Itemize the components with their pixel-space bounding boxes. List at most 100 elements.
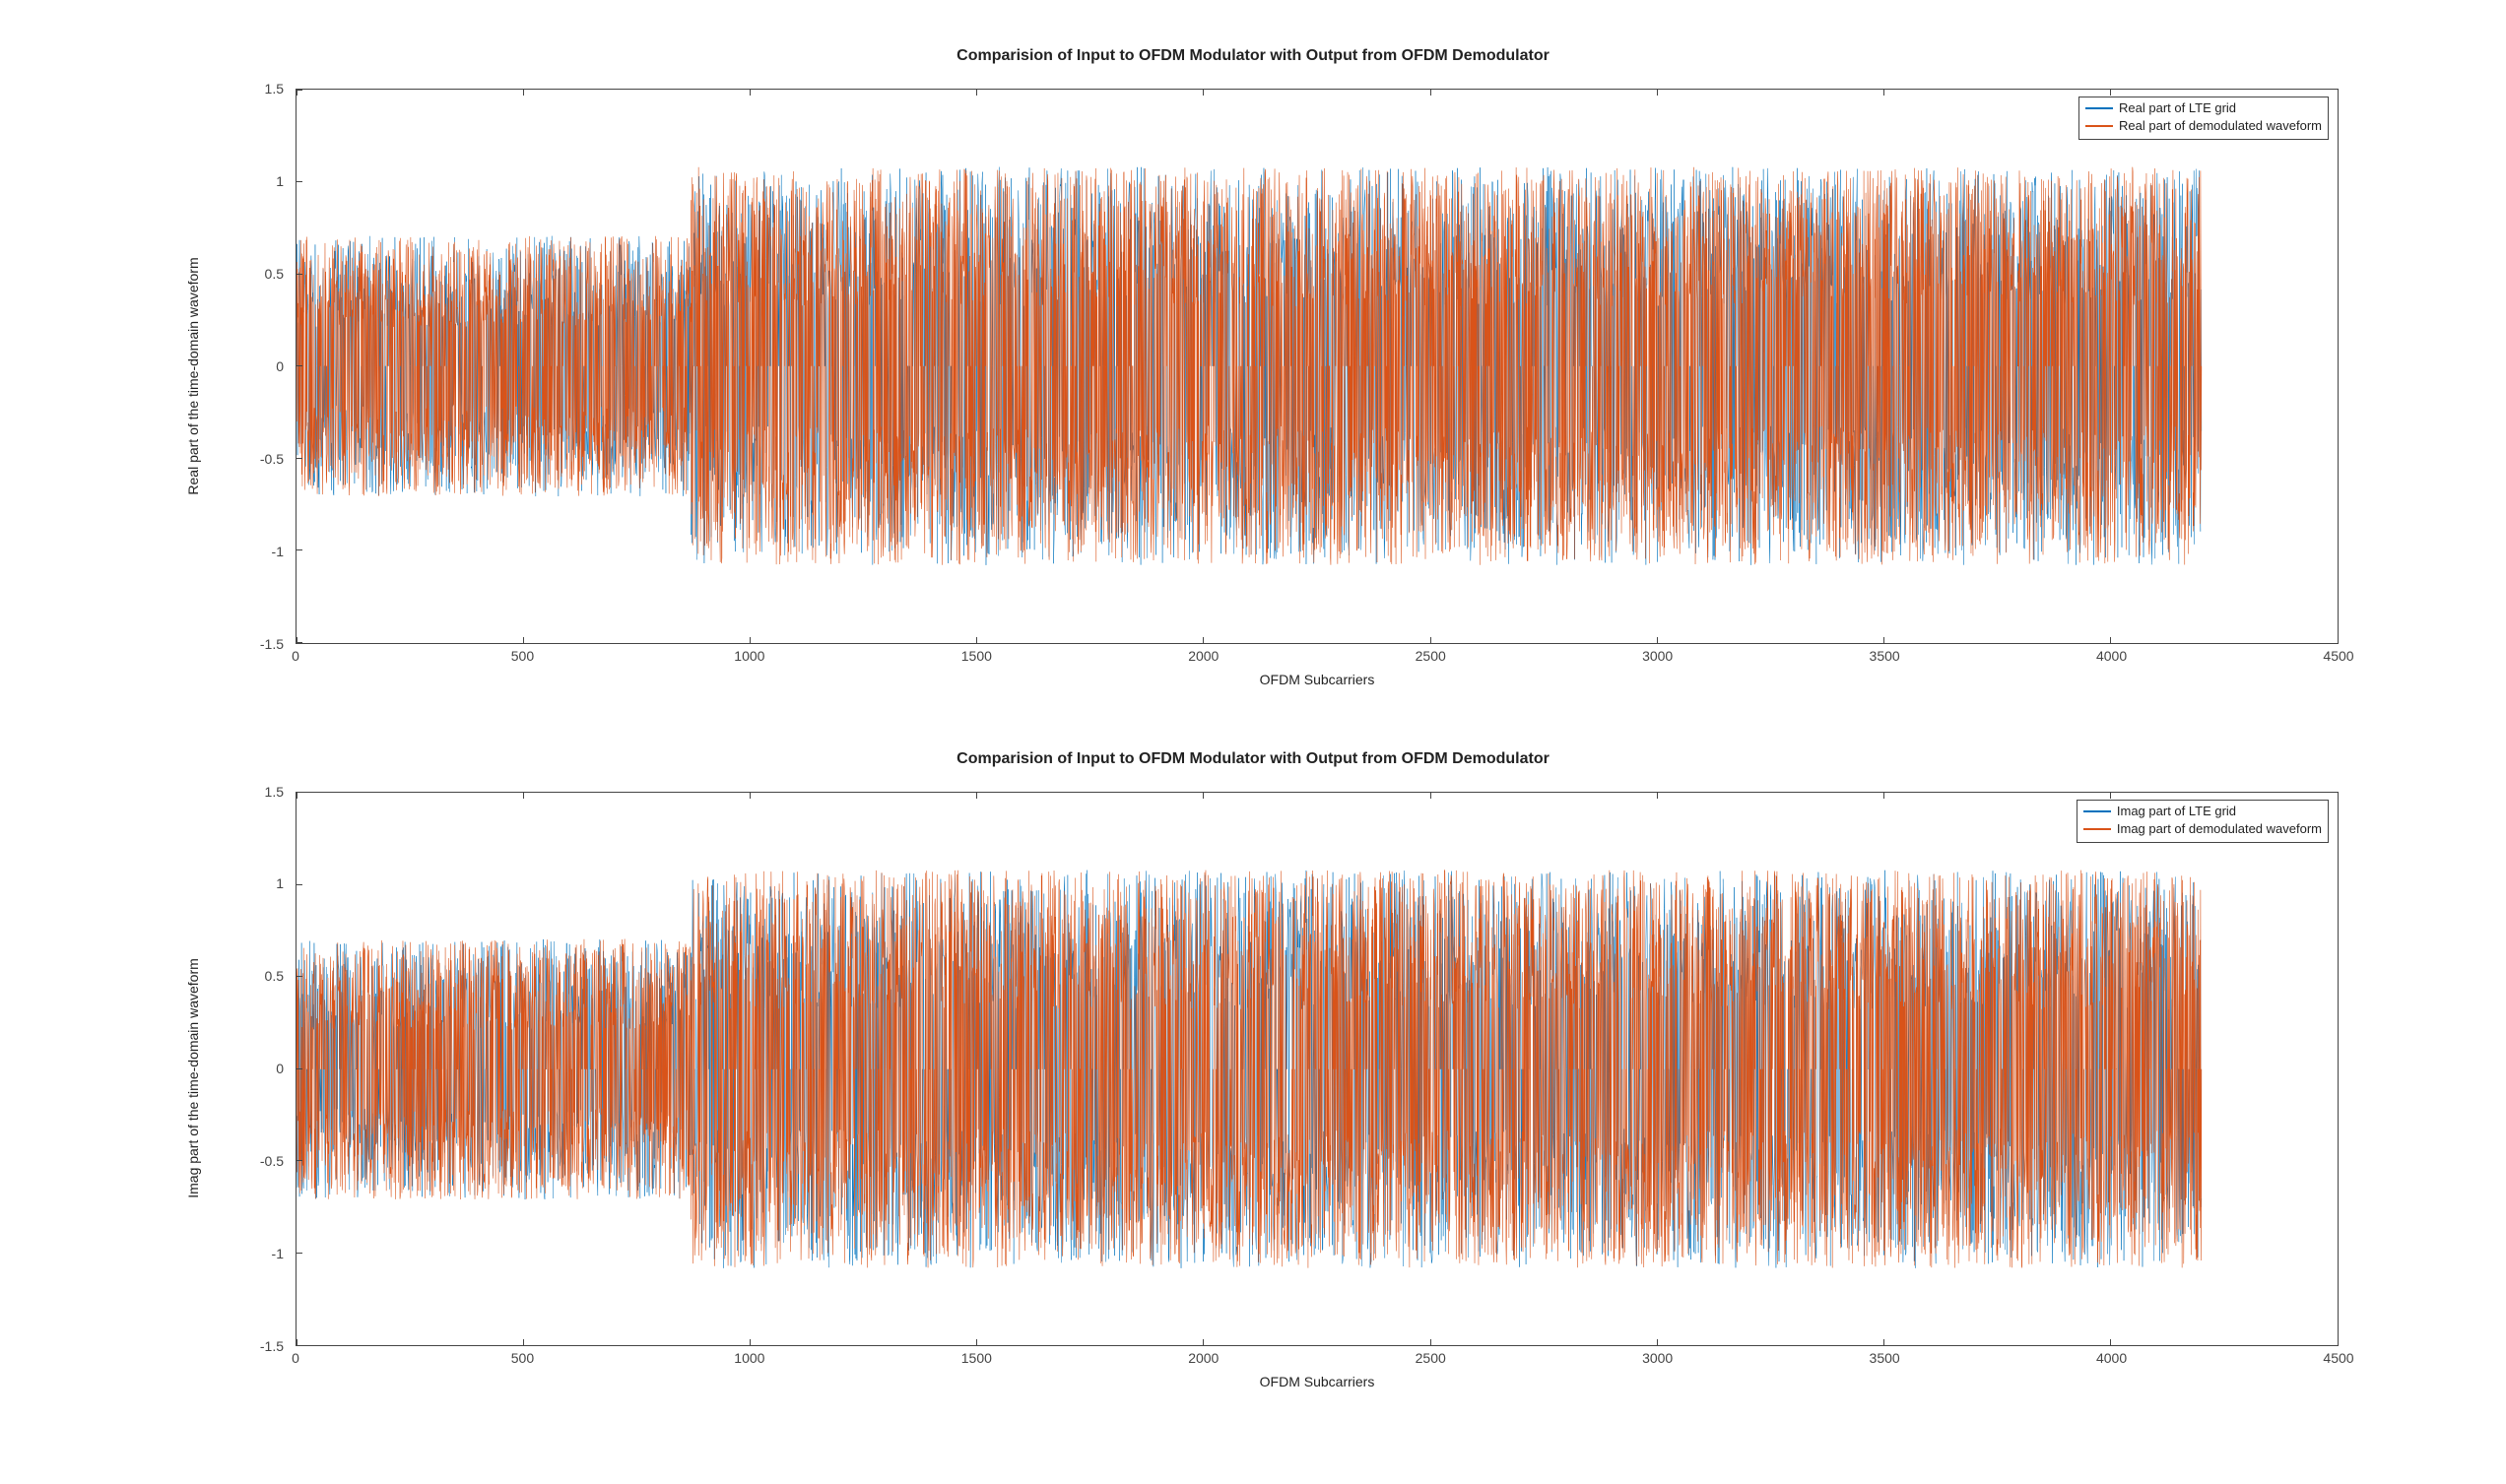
x-tick-mark [976,637,977,643]
x-tick-label: 0 [292,648,299,664]
y-tick-mark [296,549,301,550]
legend-real[interactable]: Real part of LTE gridReal part of demodu… [2078,97,2329,140]
y-tick-mark [296,1345,301,1346]
x-tick-mark [1657,793,1658,799]
x-tick-label: 4000 [2096,1350,2127,1366]
y-tick-label: 0 [236,358,284,374]
x-tick-mark [2110,637,2111,643]
x-tick-mark [1883,90,1884,96]
y-ticks-imag: -1.5-1-0.500.511.5 [236,792,290,1347]
y-tick-label: -1 [236,544,284,559]
x-tick-mark [750,637,751,643]
x-tick-label: 1500 [961,1350,992,1366]
legend-label: Real part of demodulated waveform [2119,117,2322,135]
x-tick-mark [1883,793,1884,799]
x-tick-mark [1203,1339,1204,1345]
legend-swatch [2083,810,2111,812]
subplot-real-title: Comparision of Input to OFDM Modulator w… [118,47,2388,65]
figure-page: Comparision of Input to OFDM Modulator w… [0,0,2506,1484]
x-tick-label: 0 [292,1350,299,1366]
y-tick-label: -0.5 [236,1153,284,1169]
y-tick-label: 1 [236,173,284,189]
plot-box-imag[interactable] [296,792,2339,1347]
x-tick-mark [2110,1339,2111,1345]
y-tick-label: -0.5 [236,451,284,467]
ylabel-real: Real part of the time-domain waveform [185,257,201,494]
y-tick-label: 0 [236,1061,284,1076]
x-tick-label: 2500 [1416,648,1446,664]
y-tick-label: 1.5 [236,784,284,800]
legend-imag[interactable]: Imag part of LTE gridImag part of demodu… [2077,800,2329,843]
x-tick-mark [1203,90,1204,96]
y-tick-label: -1.5 [236,1338,284,1354]
y-ticks-real: -1.5-1-0.500.511.5 [236,89,290,644]
legend-entry[interactable]: Real part of LTE grid [2085,99,2322,117]
x-tick-mark [523,90,524,96]
xlabel-imag: OFDM Subcarriers [296,1374,2339,1389]
plot-box-real[interactable] [296,89,2339,644]
legend-entry[interactable]: Imag part of demodulated waveform [2083,820,2322,838]
x-tick-mark [750,793,751,799]
x-tick-label: 1500 [961,648,992,664]
x-tick-mark [2338,637,2339,643]
x-tick-mark [1657,90,1658,96]
x-tick-label: 4500 [2323,1350,2353,1366]
y-tick-label: -1 [236,1246,284,1261]
x-tick-label: 3500 [1870,1350,1900,1366]
x-tick-mark [523,793,524,799]
y-tick-mark [296,1160,301,1161]
x-tick-mark [1430,793,1431,799]
y-tick-mark [296,274,301,275]
x-tick-label: 3000 [1642,1350,1673,1366]
x-tick-label: 1000 [734,1350,764,1366]
x-tick-label: 500 [511,1350,534,1366]
x-ticks-imag: 050010001500200025003000350040004500 [296,1350,2339,1368]
x-tick-mark [976,90,977,96]
legend-swatch [2085,125,2113,127]
x-tick-mark [2338,90,2339,96]
y-tick-mark [296,365,301,366]
x-tick-label: 2000 [1188,648,1219,664]
x-tick-label: 1000 [734,648,764,664]
legend-swatch [2085,107,2113,109]
y-tick-label: 1.5 [236,81,284,97]
x-tick-label: 4500 [2323,648,2353,664]
axes-imag[interactable]: Imag part of the time-domain waveform -1… [236,772,2358,1387]
legend-label: Real part of LTE grid [2119,99,2236,117]
x-tick-mark [523,1339,524,1345]
x-tick-mark [1883,637,1884,643]
x-tick-mark [1430,1339,1431,1345]
x-tick-label: 500 [511,648,534,664]
xlabel-real: OFDM Subcarriers [296,672,2339,687]
y-tick-mark [296,181,301,182]
y-tick-mark [296,1068,301,1069]
legend-label: Imag part of demodulated waveform [2117,820,2322,838]
ylabel-imag: Imag part of the time-domain waveform [185,958,201,1198]
legend-entry[interactable]: Real part of demodulated waveform [2085,117,2322,135]
x-tick-mark [976,1339,977,1345]
y-tick-label: 1 [236,875,284,891]
y-tick-label: 0.5 [236,968,284,984]
x-tick-mark [1203,793,1204,799]
x-tick-mark [1203,637,1204,643]
legend-label: Imag part of LTE grid [2117,803,2236,820]
x-tick-mark [2110,793,2111,799]
plot-svg-imag [297,793,2338,1346]
subplot-imag-title: Comparision of Input to OFDM Modulator w… [118,750,2388,768]
axes-real[interactable]: Real part of the time-domain waveform -1… [236,69,2358,683]
plot-svg-real [297,90,2338,643]
x-tick-label: 3000 [1642,648,1673,664]
y-tick-mark [296,458,301,459]
legend-entry[interactable]: Imag part of LTE grid [2083,803,2322,820]
x-tick-mark [1657,637,1658,643]
y-tick-mark [296,792,301,793]
x-tick-mark [2110,90,2111,96]
legend-swatch [2083,828,2111,830]
y-tick-mark [296,642,301,643]
x-tick-label: 2000 [1188,1350,1219,1366]
y-tick-mark [296,90,301,91]
y-tick-mark [296,1253,301,1254]
x-tick-mark [750,90,751,96]
x-tick-mark [750,1339,751,1345]
x-tick-mark [1430,90,1431,96]
